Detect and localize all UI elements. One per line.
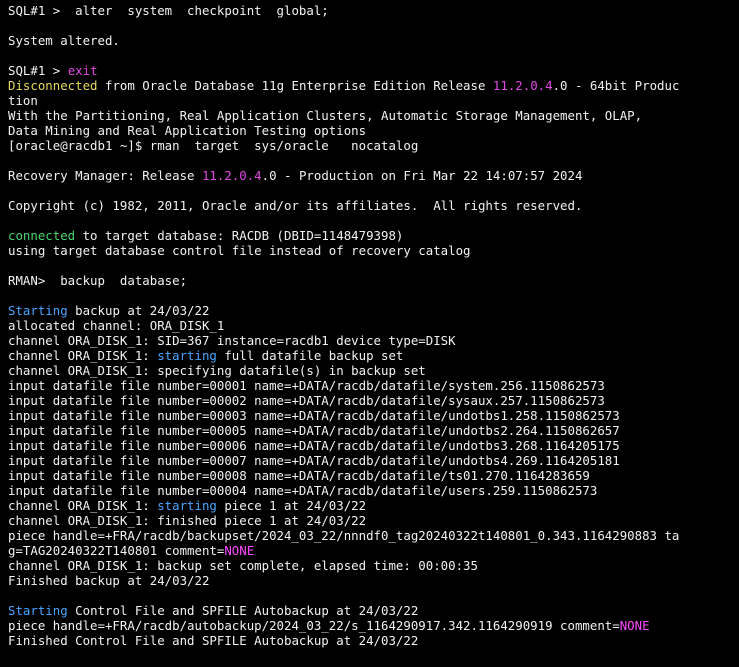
terminal-line: input datafile file number=00002 name=+D…	[8, 393, 739, 408]
terminal-line: channel ORA_DISK_1: backup set complete,…	[8, 558, 739, 573]
terminal-line: g=TAG20240322T140801 comment=NONE	[8, 543, 739, 558]
terminal-line: input datafile file number=00007 name=+D…	[8, 453, 739, 468]
terminal-line: SQL#1 > alter system checkpoint global;	[8, 3, 739, 18]
terminal-line: channel ORA_DISK_1: specifying datafile(…	[8, 363, 739, 378]
terminal-line: Data Mining and Real Application Testing…	[8, 123, 739, 138]
terminal-text: Control File and SPFILE Autobackup at 24…	[67, 603, 419, 618]
terminal-text: from Oracle Database 11g Enterprise Edit…	[97, 78, 493, 93]
terminal-text: channel ORA_DISK_1:	[8, 348, 158, 363]
terminal-text: Recovery Manager: Release	[8, 168, 202, 183]
terminal-text: Data Mining and Real Application Testing…	[8, 123, 367, 138]
terminal-line: RMAN> backup database;	[8, 273, 739, 288]
terminal-line: input datafile file number=00003 name=+D…	[8, 408, 739, 423]
terminal-line: piece handle=+FRA/racdb/autobackup/2024_…	[8, 618, 739, 633]
terminal-line: input datafile file number=00008 name=+D…	[8, 468, 739, 483]
terminal-text: input datafile file number=00007 name=+D…	[8, 453, 620, 468]
terminal-text: piece handle=+FRA/racdb/backupset/2024_0…	[8, 528, 680, 543]
terminal-text: tion	[8, 93, 38, 108]
terminal-text: Starting	[8, 603, 68, 618]
terminal-text: .0 - Production on Fri Mar 22 14:07:57 2…	[261, 168, 583, 183]
terminal-text: SQL#1 > alter system checkpoint global;	[8, 3, 329, 18]
terminal-line: input datafile file number=00001 name=+D…	[8, 378, 739, 393]
terminal-text: connected	[8, 228, 76, 243]
terminal-line: using target database control file inste…	[8, 243, 739, 258]
terminal-line: input datafile file number=00005 name=+D…	[8, 423, 739, 438]
terminal-text: .0 - 64bit Produc	[552, 78, 680, 93]
terminal-line: tion	[8, 93, 739, 108]
terminal-output[interactable]: SQL#1 > alter system checkpoint global; S…	[0, 0, 739, 667]
terminal-text: backup at 24/03/22	[67, 303, 210, 318]
terminal-text: starting	[157, 348, 217, 363]
terminal-text: piece handle=+FRA/racdb/autobackup/2024_…	[8, 618, 620, 633]
terminal-text: input datafile file number=00006 name=+D…	[8, 438, 620, 453]
terminal-text: to target database: RACDB (DBID=11484793…	[75, 228, 404, 243]
terminal-text: channel ORA_DISK_1: SID=367 instance=rac…	[8, 333, 456, 348]
terminal-text: With the Partitioning, Real Application …	[8, 108, 643, 123]
terminal-line: Disconnected from Oracle Database 11g En…	[8, 78, 739, 93]
terminal-text: Starting	[8, 303, 68, 318]
terminal-text: starting	[157, 498, 217, 513]
terminal-text: channel ORA_DISK_1: backup set complete,…	[8, 558, 478, 573]
terminal-text: 11.2.0.4	[492, 78, 553, 93]
terminal-text: channel ORA_DISK_1: finished piece 1 at …	[8, 513, 367, 528]
terminal-line: [oracle@racdb1 ~]$ rman target sys/oracl…	[8, 138, 739, 153]
terminal-line: input datafile file number=00006 name=+D…	[8, 438, 739, 453]
terminal-text: 11.2.0.4	[201, 168, 262, 183]
terminal-text: NONE	[224, 543, 255, 558]
terminal-line: allocated channel: ORA_DISK_1	[8, 318, 739, 333]
terminal-line: connected to target database: RACDB (DBI…	[8, 228, 739, 243]
terminal-text: piece 1 at 24/03/22	[216, 498, 367, 513]
terminal-line: channel ORA_DISK_1: starting full datafi…	[8, 348, 739, 363]
terminal-line: Finished backup at 24/03/22	[8, 573, 739, 588]
terminal-text: Finished Control File and SPFILE Autobac…	[8, 633, 419, 648]
terminal-text: input datafile file number=00003 name=+D…	[8, 408, 620, 423]
terminal-text: SQL#1 >	[8, 63, 68, 78]
terminal-text: allocated channel: ORA_DISK_1	[8, 318, 225, 333]
terminal-line: System altered.	[8, 33, 739, 48]
terminal-text: [oracle@racdb1 ~]$ rman target sys/oracl…	[8, 138, 419, 153]
terminal-line: Starting Control File and SPFILE Autobac…	[8, 603, 739, 618]
terminal-text: channel ORA_DISK_1: specifying datafile(…	[8, 363, 426, 378]
terminal-line: Copyright (c) 1982, 2011, Oracle and/or …	[8, 198, 739, 213]
terminal-text: full datafile backup set	[216, 348, 404, 363]
terminal-text: input datafile file number=00001 name=+D…	[8, 378, 605, 393]
terminal-text: NONE	[619, 618, 650, 633]
terminal-line: channel ORA_DISK_1: starting piece 1 at …	[8, 498, 739, 513]
terminal-text: RMAN> backup database;	[8, 273, 188, 288]
terminal-text: input datafile file number=00004 name=+D…	[8, 483, 598, 498]
terminal-text: input datafile file number=00002 name=+D…	[8, 393, 605, 408]
terminal-text: Copyright (c) 1982, 2011, Oracle and/or …	[8, 198, 583, 213]
terminal-line: channel ORA_DISK_1: finished piece 1 at …	[8, 513, 739, 528]
terminal-line: piece handle=+FRA/racdb/backupset/2024_0…	[8, 528, 739, 543]
terminal-text: System altered.	[8, 33, 120, 48]
terminal-text: Disconnected	[8, 78, 98, 93]
terminal-text: channel ORA_DISK_1:	[8, 498, 158, 513]
terminal-line: SQL#1 > exit	[8, 63, 739, 78]
terminal-text: input datafile file number=00008 name=+D…	[8, 468, 590, 483]
terminal-line: Finished Control File and SPFILE Autobac…	[8, 633, 739, 648]
terminal-line: channel ORA_DISK_1: SID=367 instance=rac…	[8, 333, 739, 348]
terminal-text: Finished backup at 24/03/22	[8, 573, 210, 588]
terminal-line: Starting backup at 24/03/22	[8, 303, 739, 318]
terminal-text: g=TAG20240322T140801 comment=	[8, 543, 225, 558]
terminal-text: exit	[67, 63, 98, 78]
terminal-line: Recovery Manager: Release 11.2.0.4.0 - P…	[8, 168, 739, 183]
terminal-text: input datafile file number=00005 name=+D…	[8, 423, 620, 438]
terminal-line: With the Partitioning, Real Application …	[8, 108, 739, 123]
terminal-text: using target database control file inste…	[8, 243, 471, 258]
terminal-line: input datafile file number=00004 name=+D…	[8, 483, 739, 498]
